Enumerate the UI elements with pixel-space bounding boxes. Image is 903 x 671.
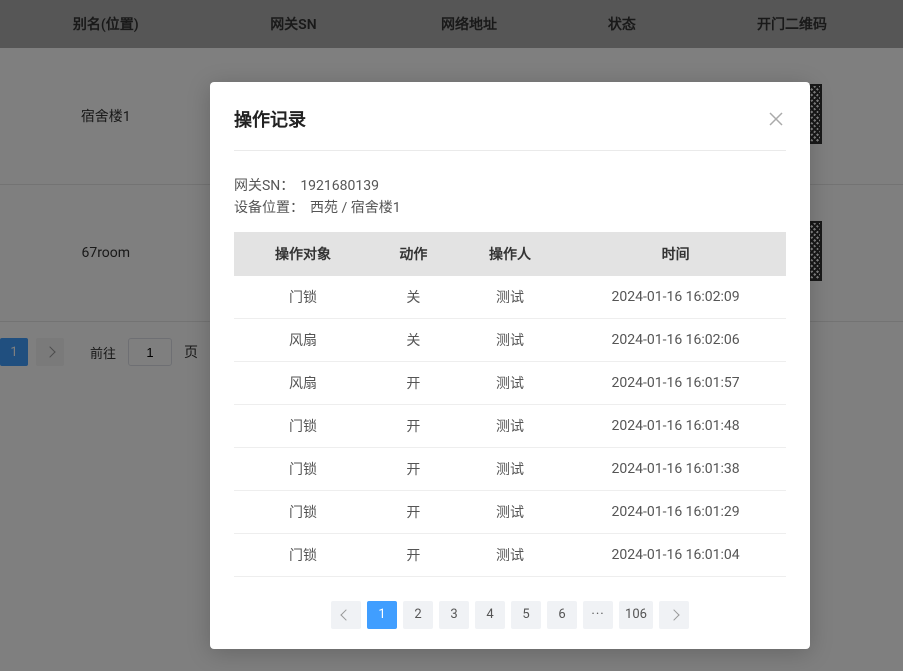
cell-operator: 测试	[455, 490, 565, 533]
cell-target: 门锁	[234, 276, 372, 319]
cell-action: 开	[372, 361, 455, 404]
cell-time: 2024-01-16 16:01:48	[565, 404, 786, 447]
close-icon	[769, 112, 783, 126]
chevron-left-icon	[340, 609, 351, 620]
cell-action: 开	[372, 533, 455, 576]
col-target: 操作对象	[234, 232, 372, 276]
cell-time: 2024-01-16 16:01:38	[565, 447, 786, 490]
page-4-button[interactable]: 4	[475, 601, 505, 629]
gateway-sn-label: 网关SN：	[234, 175, 294, 197]
page-3-button[interactable]: 3	[439, 601, 469, 629]
page-next-button[interactable]	[659, 601, 689, 629]
cell-target: 门锁	[234, 533, 372, 576]
table-row: 门锁开测试2024-01-16 16:01:48	[234, 404, 786, 447]
modal-pagination: 1 2 3 4 5 6 ··· 106	[234, 577, 786, 629]
chevron-right-icon	[668, 609, 679, 620]
page-6-button[interactable]: 6	[547, 601, 577, 629]
cell-target: 风扇	[234, 361, 372, 404]
cell-operator: 测试	[455, 318, 565, 361]
operation-table-header: 操作对象 动作 操作人 时间	[234, 232, 786, 276]
cell-operator: 测试	[455, 447, 565, 490]
cell-operator: 测试	[455, 533, 565, 576]
modal-info: 网关SN： 1921680139 设备位置： 西苑 / 宿舍楼1	[234, 151, 786, 232]
table-row: 风扇关测试2024-01-16 16:02:06	[234, 318, 786, 361]
modal-header: 操作记录	[234, 106, 786, 151]
table-row: 门锁开测试2024-01-16 16:01:29	[234, 490, 786, 533]
table-row: 门锁开测试2024-01-16 16:01:04	[234, 533, 786, 576]
cell-action: 关	[372, 276, 455, 319]
cell-action: 开	[372, 404, 455, 447]
close-button[interactable]	[766, 109, 786, 129]
cell-time: 2024-01-16 16:01:57	[565, 361, 786, 404]
cell-action: 开	[372, 490, 455, 533]
table-row: 风扇开测试2024-01-16 16:01:57	[234, 361, 786, 404]
device-location-value: 西苑 / 宿舍楼1	[310, 197, 401, 219]
cell-target: 门锁	[234, 404, 372, 447]
page-1-button[interactable]: 1	[367, 601, 397, 629]
cell-time: 2024-01-16 16:01:04	[565, 533, 786, 576]
table-row: 门锁关测试2024-01-16 16:02:09	[234, 276, 786, 319]
cell-time: 2024-01-16 16:02:06	[565, 318, 786, 361]
page-prev-button[interactable]	[331, 601, 361, 629]
cell-target: 门锁	[234, 447, 372, 490]
gateway-sn-value: 1921680139	[300, 175, 379, 197]
page-last-button[interactable]: 106	[619, 601, 653, 629]
col-action: 动作	[372, 232, 455, 276]
device-location-label: 设备位置：	[234, 197, 304, 219]
page-2-button[interactable]: 2	[403, 601, 433, 629]
operation-table: 操作对象 动作 操作人 时间 门锁关测试2024-01-16 16:02:09风…	[234, 232, 786, 577]
cell-time: 2024-01-16 16:02:09	[565, 276, 786, 319]
cell-operator: 测试	[455, 361, 565, 404]
col-time: 时间	[565, 232, 786, 276]
cell-action: 关	[372, 318, 455, 361]
cell-target: 门锁	[234, 490, 372, 533]
cell-time: 2024-01-16 16:01:29	[565, 490, 786, 533]
cell-target: 风扇	[234, 318, 372, 361]
operation-log-modal: 操作记录 网关SN： 1921680139 设备位置： 西苑 / 宿舍楼1 操作…	[210, 82, 810, 649]
page-5-button[interactable]: 5	[511, 601, 541, 629]
cell-operator: 测试	[455, 276, 565, 319]
cell-operator: 测试	[455, 404, 565, 447]
col-operator: 操作人	[455, 232, 565, 276]
table-row: 门锁开测试2024-01-16 16:01:38	[234, 447, 786, 490]
cell-action: 开	[372, 447, 455, 490]
modal-title: 操作记录	[234, 106, 306, 132]
page-ellipsis[interactable]: ···	[583, 601, 613, 629]
